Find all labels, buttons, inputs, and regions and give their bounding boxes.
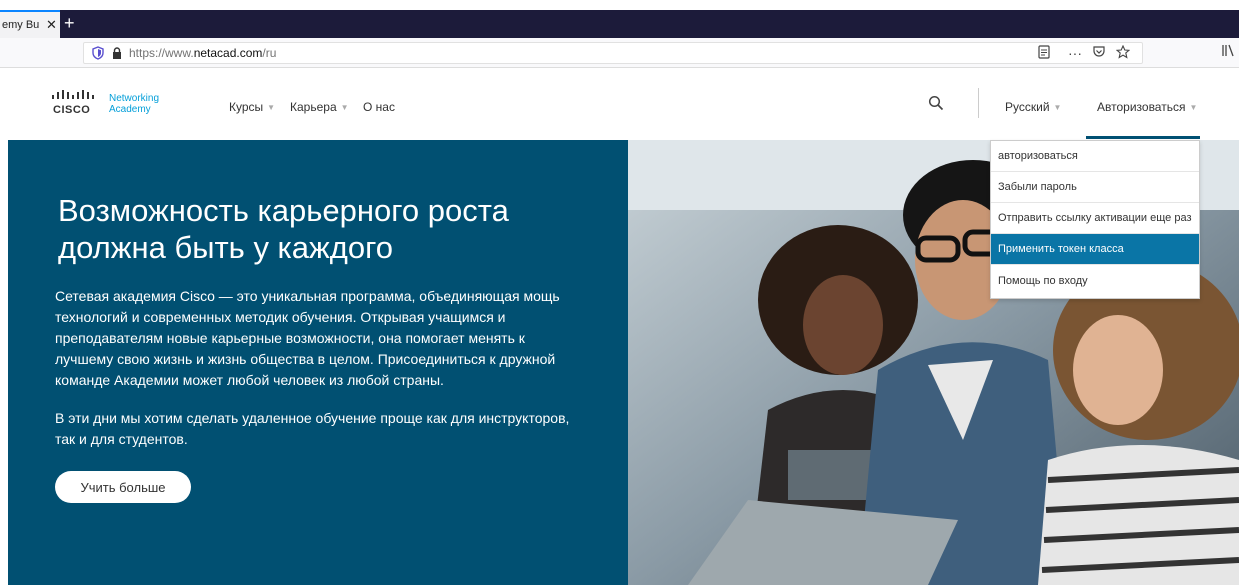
url-text[interactable]: https://www.netacad.com/ru xyxy=(129,46,276,60)
chevron-down-icon: ▼ xyxy=(1189,102,1198,112)
address-bar[interactable]: https://www.netacad.com/ru ··· xyxy=(83,42,1143,64)
lock-icon[interactable] xyxy=(112,47,122,59)
menu-item-forgot-password[interactable]: Забыли пароль xyxy=(991,172,1199,203)
hero-paragraph-1: Сетевая академия Cisco — это уникальная … xyxy=(55,288,560,388)
menu-item-login-help[interactable]: Помощь по входу xyxy=(991,265,1199,296)
networking-academy-wordmark: Networking Academy xyxy=(109,93,160,115)
chevron-down-icon: ▼ xyxy=(267,102,276,112)
tab-title: emy Bu xyxy=(2,19,40,31)
pocket-icon[interactable] xyxy=(1092,45,1106,62)
header-divider xyxy=(978,88,979,118)
menu-item-resend-activation[interactable]: Отправить ссылку активации еще раз xyxy=(991,203,1199,234)
tab-strip xyxy=(0,10,1239,38)
nav-courses[interactable]: Курсы ▼ xyxy=(229,100,275,114)
hero-paragraph-2: В эти дни мы хотим сделать удаленное обу… xyxy=(55,410,570,447)
browser-tab[interactable]: emy Bu ✕ xyxy=(0,10,60,38)
language-selector[interactable]: Русский ▼ xyxy=(1005,100,1061,114)
tracking-shield-icon[interactable] xyxy=(92,46,104,60)
learn-more-button[interactable]: Учить больше xyxy=(55,471,191,503)
search-icon[interactable] xyxy=(928,95,944,111)
language-label: Русский xyxy=(1005,100,1050,114)
chevron-down-icon: ▼ xyxy=(340,102,349,112)
menu-item-apply-class-token[interactable]: Применить токен класса xyxy=(991,234,1199,265)
nav-career[interactable]: Карьера ▼ xyxy=(290,100,349,114)
login-dropdown-menu: авторизоваться Забыли пароль Отправить с… xyxy=(990,140,1200,299)
menu-item-login[interactable]: авторизоваться xyxy=(991,141,1199,172)
hero-title: Возможность карьерного роста должна быть… xyxy=(58,193,509,265)
chevron-down-icon: ▼ xyxy=(1053,102,1062,112)
nav-about[interactable]: О нас xyxy=(363,100,395,114)
close-tab-icon[interactable]: ✕ xyxy=(46,17,57,33)
cisco-networking-academy-logo[interactable]: CISCO Networking Academy xyxy=(52,90,172,120)
login-label: Авторизоваться xyxy=(1097,100,1186,114)
site-header: CISCO Networking Academy Курсы ▼ Карьера… xyxy=(0,68,1239,140)
nav-about-label: О нас xyxy=(363,100,395,114)
nav-courses-label: Курсы xyxy=(229,100,264,114)
hero-section: Возможность карьерного роста должна быть… xyxy=(8,140,628,585)
navigation-bar: https://www.netacad.com/ru ··· xyxy=(0,38,1239,68)
login-active-indicator xyxy=(1086,136,1200,139)
library-icon[interactable] xyxy=(1221,43,1235,60)
cisco-wordmark: CISCO xyxy=(53,104,91,116)
new-tab-button[interactable]: + xyxy=(64,12,75,34)
reader-view-icon[interactable] xyxy=(1038,45,1050,62)
page-action-icons: ··· xyxy=(1038,44,1131,62)
cisco-bars-icon xyxy=(52,90,94,99)
nav-career-label: Карьера xyxy=(290,100,337,114)
login-menu-button[interactable]: Авторизоваться ▼ xyxy=(1097,100,1197,114)
page-actions-menu-icon[interactable]: ··· xyxy=(1068,45,1082,62)
bookmark-star-icon[interactable] xyxy=(1115,44,1131,62)
browser-tab-bar: emy Bu ✕ + xyxy=(0,0,1239,38)
